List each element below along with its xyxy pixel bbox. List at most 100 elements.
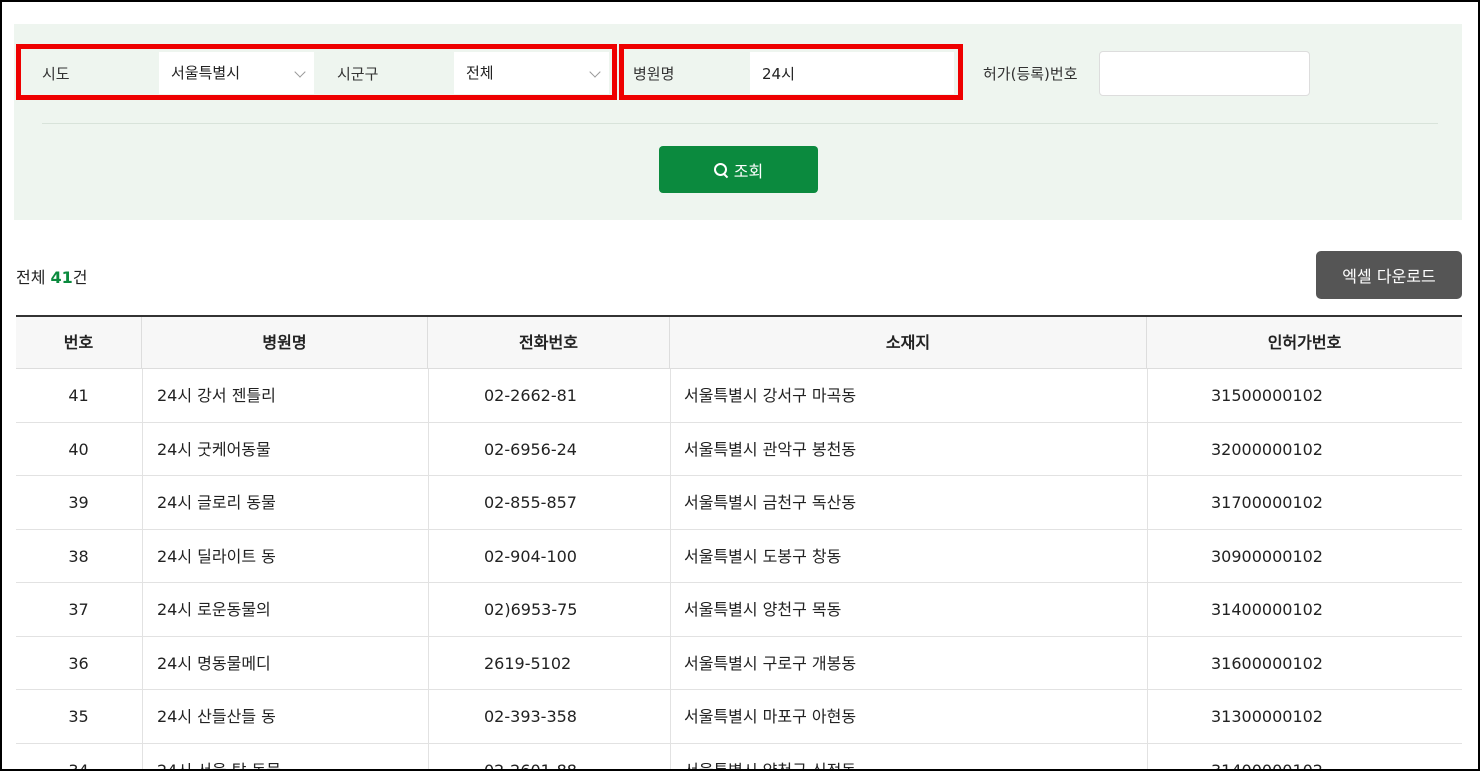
cell-license: 30900000102 xyxy=(1211,546,1323,566)
cell-license: 32000000102 xyxy=(1211,439,1323,459)
table-row[interactable]: 34 24시 서울 탑 동물 02-2601-88 서울특별시 양천구 신정동 3140… xyxy=(16,743,1462,771)
table-row[interactable]: 40 24시 굿케어동물 02-6956-24 서울특별시 관악구 봉천동 320000… xyxy=(16,422,1462,476)
cell-license: 31600000102 xyxy=(1211,653,1323,673)
total-prefix: 전체 xyxy=(16,268,51,287)
cell-address: 서울특별시 강서구 마곡동 xyxy=(684,386,857,405)
column-divider xyxy=(428,583,429,636)
cell-address: 서울특별시 구로구 개봉동 xyxy=(684,653,857,673)
column-divider xyxy=(670,743,671,769)
result-total: 전체 41건 xyxy=(16,264,88,288)
cell-address: 서울특별시 양천구 신정동 xyxy=(684,760,857,771)
cell-number: 37 xyxy=(68,600,89,619)
cell-license: 31400000102 xyxy=(1211,600,1323,619)
column-divider xyxy=(142,369,143,422)
column-divider xyxy=(428,690,429,743)
cell-phone: 2619-5102 xyxy=(484,653,572,673)
table-row[interactable]: 35 24시 산들산들 동 02-393-358 서울특별시 마포구 아현동 31300… xyxy=(16,690,1462,744)
column-divider xyxy=(1147,690,1148,743)
cell-phone: 02-855-857 xyxy=(484,493,577,512)
column-divider xyxy=(1147,636,1148,689)
total-count: 41 xyxy=(50,268,73,287)
column-divider xyxy=(670,636,671,689)
cell-hospital-name: 24시 명동물메디 xyxy=(157,653,271,673)
cell-phone: 02)6953-75 xyxy=(484,600,578,619)
column-divider xyxy=(142,690,143,743)
cell-address: 서울특별시 마포구 아현동 xyxy=(684,707,857,726)
cell-number: 36 xyxy=(68,653,89,673)
cell-address: 서울특별시 도봉구 창동 xyxy=(684,546,842,566)
table-row[interactable]: 41 24시 강서 젠틀리 02-2662-81 서울특별시 강서구 마곡동 31500… xyxy=(16,369,1462,423)
column-divider xyxy=(428,476,429,529)
column-divider xyxy=(670,583,671,636)
cell-hospital-name: 24시 굿케어동물 xyxy=(157,439,271,459)
cell-hospital-name: 24시 로운동물의 xyxy=(157,600,271,619)
column-divider xyxy=(142,529,143,582)
cell-hospital-name: 24시 글로리 동물 xyxy=(157,493,276,512)
cell-number: 41 xyxy=(68,386,89,405)
cell-number: 38 xyxy=(68,546,89,566)
license-number-input[interactable] xyxy=(1099,51,1310,96)
column-divider xyxy=(1147,583,1148,636)
table-row[interactable]: 39 24시 글로리 동물 02-855-857 서울특별시 금천구 독산동 31700… xyxy=(16,476,1462,530)
search-button[interactable]: 조회 xyxy=(659,146,818,193)
search-button-label: 조회 xyxy=(733,161,764,181)
column-divider xyxy=(142,422,143,475)
highlight-region-hospital-name xyxy=(619,44,963,100)
cell-license: 31500000102 xyxy=(1211,386,1323,405)
cell-hospital-name: 24시 산들산들 동 xyxy=(157,707,276,726)
total-suffix: 건 xyxy=(72,268,88,287)
column-divider xyxy=(1147,369,1148,422)
cell-address: 서울특별시 관악구 봉천동 xyxy=(684,439,857,459)
cell-hospital-name: 24시 딜라이트 동 xyxy=(157,546,276,566)
table-header: 번호 병원명 전화번호 소재지 인허가번호 xyxy=(16,315,1462,369)
cell-phone: 02-6956-24 xyxy=(484,439,577,459)
cell-license: 31700000102 xyxy=(1211,493,1323,512)
column-divider xyxy=(1147,743,1148,769)
cell-phone: 02-2662-81 xyxy=(484,386,577,405)
table-row[interactable]: 37 24시 로운동물의 02)6953-75 서울특별시 양천구 목동 3140000… xyxy=(16,583,1462,637)
column-divider xyxy=(1147,422,1148,475)
cell-phone: 02-2601-88 xyxy=(484,760,577,771)
column-divider xyxy=(428,743,429,769)
column-divider xyxy=(428,422,429,475)
header-hospital-name: 병원명 xyxy=(142,317,428,369)
column-divider xyxy=(428,636,429,689)
column-divider xyxy=(670,690,671,743)
table-row[interactable]: 36 24시 명동물메디 2619-5102 서울특별시 구로구 개봉동 3160000… xyxy=(16,636,1462,690)
cell-address: 서울특별시 금천구 독산동 xyxy=(684,493,857,512)
column-divider xyxy=(428,529,429,582)
column-divider xyxy=(670,369,671,422)
excel-download-button[interactable]: 엑셀 다운로드 xyxy=(1316,251,1462,299)
column-divider xyxy=(142,476,143,529)
column-divider xyxy=(1147,529,1148,582)
results-table: 번호 병원명 전화번호 소재지 인허가번호 41 24시 강서 젠틀리 02-266… xyxy=(16,315,1462,771)
excel-download-label: 엑셀 다운로드 xyxy=(1342,267,1436,286)
cell-hospital-name: 24시 강서 젠틀리 xyxy=(157,386,276,405)
column-divider xyxy=(142,583,143,636)
cell-license: 31400000102 xyxy=(1211,760,1323,771)
highlight-region-selects xyxy=(16,44,617,100)
search-icon xyxy=(713,162,728,177)
header-license: 인허가번호 xyxy=(1267,333,1342,352)
table-body: 41 24시 강서 젠틀리 02-2662-81 서울특별시 강서구 마곡동 31500… xyxy=(16,369,1462,771)
cell-number: 35 xyxy=(68,707,89,726)
cell-hospital-name: 24시 서울 탑 동물 xyxy=(157,760,281,771)
page-frame: 시도 서울특별시 시군구 전체 병원명 허가(등록)번호 조회 전체 41건 엑… xyxy=(0,0,1480,771)
cell-address: 서울특별시 양천구 목동 xyxy=(684,600,842,619)
header-phone: 전화번호 xyxy=(428,317,670,369)
header-address: 소재지 xyxy=(670,317,1147,369)
table-row[interactable]: 38 24시 딜라이트 동 02-904-100 서울특별시 도봉구 창동 309000… xyxy=(16,529,1462,583)
column-divider xyxy=(1147,476,1148,529)
cell-license: 31300000102 xyxy=(1211,707,1323,726)
license-number-label: 허가(등록)번호 xyxy=(983,65,1078,83)
column-divider xyxy=(428,369,429,422)
column-divider xyxy=(142,636,143,689)
panel-divider xyxy=(42,123,1438,124)
column-divider xyxy=(142,743,143,769)
cell-number: 34 xyxy=(68,760,89,771)
cell-number: 39 xyxy=(68,493,89,512)
header-number: 번호 xyxy=(16,317,142,369)
cell-number: 40 xyxy=(68,439,89,459)
cell-phone: 02-904-100 xyxy=(484,546,577,566)
column-divider xyxy=(670,476,671,529)
